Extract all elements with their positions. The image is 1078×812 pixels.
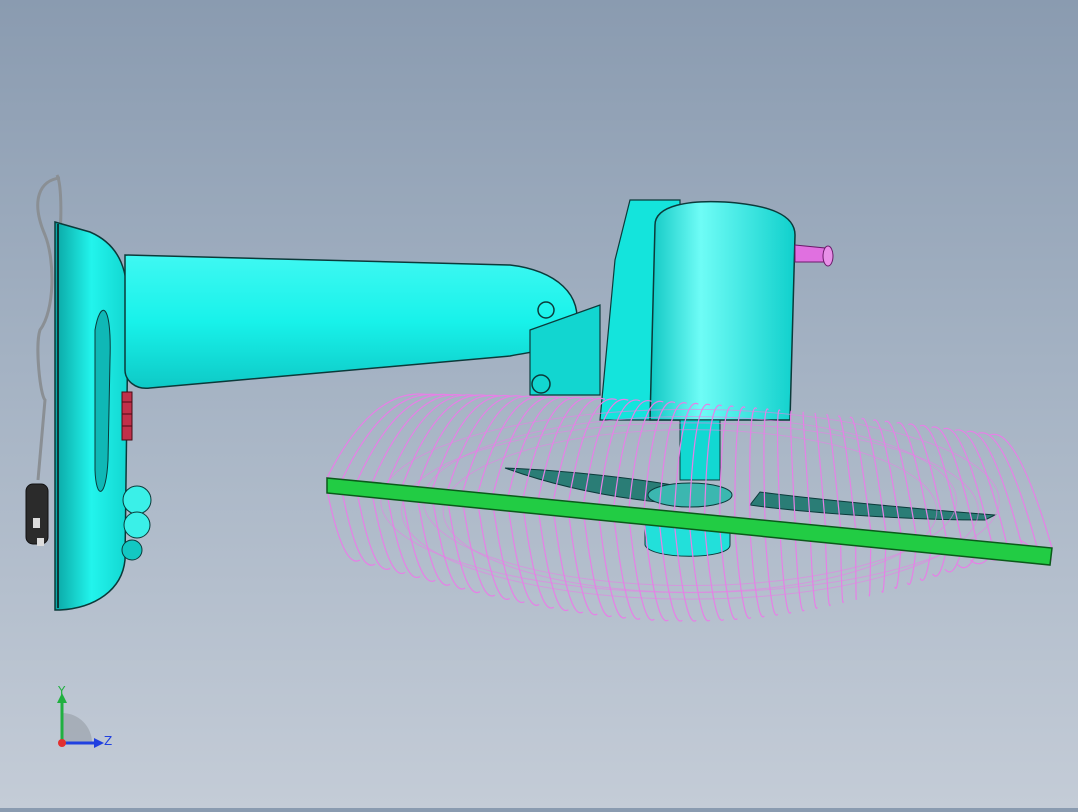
y-axis-label: Y: [57, 685, 66, 698]
guard-wire-bottom: [598, 516, 627, 619]
plug-icon: [25, 483, 49, 545]
cad-viewport[interactable]: Y Z: [0, 0, 1078, 808]
guard-wire-top: [919, 424, 962, 540]
guard-wire-bottom: [764, 532, 779, 616]
guard-wire-top: [341, 393, 442, 480]
guard-wire-bottom: [779, 533, 792, 614]
guard-wire-bottom: [824, 538, 831, 607]
guard-wire-bottom: [868, 542, 872, 597]
guard-wire-bottom: [749, 530, 765, 618]
guard-wire-bottom: [492, 505, 525, 604]
guard-wire-top: [931, 426, 978, 541]
guard-wire-bottom: [477, 504, 510, 600]
guard-wire-top: [978, 432, 1038, 547]
guard-wire-bottom: [734, 529, 752, 619]
guard-wire-top: [386, 394, 477, 485]
tilt-knob-icon[interactable]: [822, 245, 834, 267]
support-arm[interactable]: [124, 254, 601, 396]
guard-wire-top: [943, 427, 993, 543]
guard-wire-bottom: [583, 514, 613, 618]
guard-wire-bottom: [809, 536, 818, 609]
guard-wire-bottom: [855, 541, 857, 600]
guard-wire-bottom: [537, 510, 569, 612]
guard-wire-bottom: [522, 508, 555, 609]
guard-wire-top: [447, 395, 524, 490]
guard-wire-top: [989, 433, 1053, 549]
x-axis-icon: [58, 739, 66, 747]
model-canvas[interactable]: [0, 0, 1078, 808]
guard-wire-top: [326, 393, 431, 479]
guard-wire-top: [371, 394, 466, 483]
z-axis-label: Z: [104, 734, 112, 748]
coordinate-triad: Y Z: [57, 685, 112, 748]
guard-wire-bottom: [552, 511, 584, 614]
guard-wire-top: [966, 430, 1023, 546]
guard-wire-bottom: [568, 513, 598, 616]
guard-wire-bottom: [881, 543, 887, 593]
control-knob[interactable]: [121, 485, 152, 561]
guard-wire-bottom: [507, 507, 540, 606]
guard-wire-bottom: [894, 545, 902, 589]
guard-wire-bottom: [794, 535, 805, 612]
control-switch[interactable]: [121, 391, 133, 441]
